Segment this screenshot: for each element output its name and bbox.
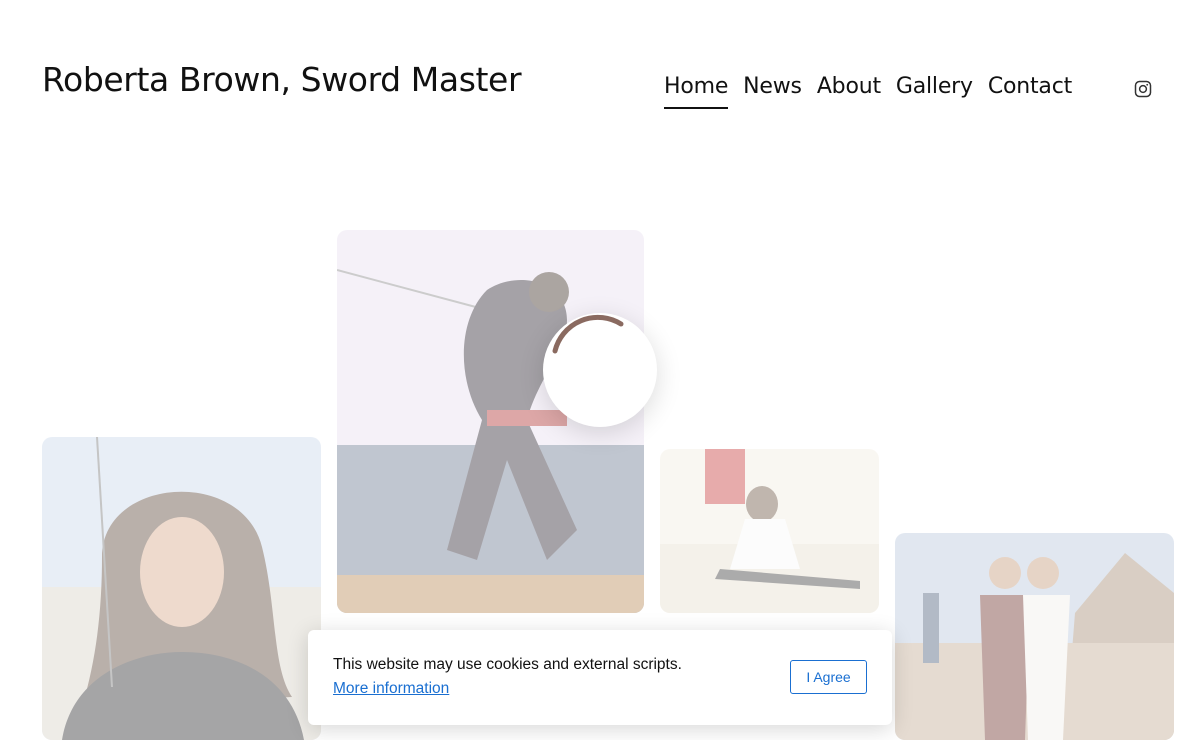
gallery-photo-portrait[interactable] [42,437,321,740]
nav-about[interactable]: About [817,74,881,109]
nav-gallery[interactable]: Gallery [896,74,973,109]
loading-spinner-icon [543,313,657,427]
nav-home[interactable]: Home [664,74,728,109]
instagram-icon[interactable] [1134,80,1152,98]
more-information-link[interactable]: More information [333,680,449,698]
site-title[interactable]: Roberta Brown, Sword Master [42,60,522,99]
gallery-photo-costumes[interactable] [895,533,1174,740]
gallery-photo-stretch[interactable] [660,449,879,613]
cookie-banner: This website may use cookies and externa… [308,630,892,725]
cookie-message: This website may use cookies and externa… [333,656,682,673]
agree-button[interactable]: I Agree [790,660,867,694]
nav-news[interactable]: News [743,74,802,109]
nav-contact[interactable]: Contact [988,74,1072,109]
main-nav: Home News About Gallery Contact [664,74,1087,109]
